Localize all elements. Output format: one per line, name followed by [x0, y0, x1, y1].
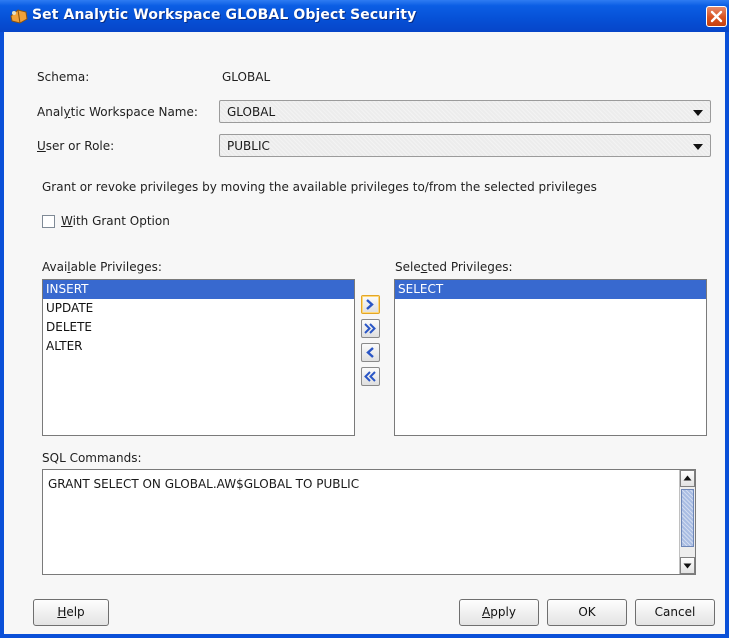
chevron-down-icon: [693, 144, 703, 150]
arrow-right-icon: [366, 299, 374, 310]
sql-commands-label: SQL Commands:: [42, 451, 142, 465]
schema-label: Schema:: [37, 70, 90, 84]
user-role-dropdown[interactable]: PUBLIC: [219, 134, 711, 157]
arrow-left-icon: [366, 347, 374, 358]
ok-button[interactable]: OK: [547, 599, 627, 626]
scroll-down-button[interactable]: [680, 557, 695, 574]
sql-scrollbar[interactable]: [679, 470, 695, 574]
user-role-label: User or Role:: [37, 139, 115, 153]
sql-text: GRANT SELECT ON GLOBAL.AW$GLOBAL TO PUBL…: [48, 477, 360, 491]
list-item[interactable]: ALTER: [43, 337, 354, 356]
available-privileges-label: Available Privileges:: [42, 260, 162, 274]
app-icon: [10, 9, 28, 24]
chevron-down-icon: [693, 110, 703, 116]
selected-privileges-list[interactable]: SELECT: [394, 279, 707, 436]
remove-selected-button[interactable]: [361, 343, 380, 362]
list-item[interactable]: SELECT: [395, 280, 706, 299]
window-title: Set Analytic Workspace GLOBAL Object Sec…: [32, 7, 417, 23]
help-button[interactable]: Help: [33, 599, 109, 626]
instructions-text: Grant or revoke privileges by moving the…: [42, 180, 597, 194]
selected-privileges-label: Selected Privileges:: [395, 260, 513, 274]
aw-name-label: Analytic Workspace Name:: [37, 105, 198, 119]
double-arrow-left-icon: [364, 371, 376, 382]
dialog-body: Schema: GLOBAL Analytic Workspace Name: …: [4, 32, 725, 634]
scroll-up-button[interactable]: [680, 470, 695, 487]
aw-name-dropdown[interactable]: GLOBAL: [219, 100, 711, 123]
scroll-up-icon: [683, 475, 692, 481]
title-bar[interactable]: Set Analytic Workspace GLOBAL Object Sec…: [0, 0, 729, 32]
aw-name-value: GLOBAL: [227, 105, 276, 119]
list-item[interactable]: UPDATE: [43, 299, 354, 318]
sql-commands-textarea[interactable]: GRANT SELECT ON GLOBAL.AW$GLOBAL TO PUBL…: [42, 469, 696, 575]
schema-value: GLOBAL: [222, 70, 271, 84]
list-item[interactable]: DELETE: [43, 318, 354, 337]
remove-all-button[interactable]: [361, 367, 380, 386]
move-selected-button[interactable]: [361, 295, 380, 314]
move-all-button[interactable]: [361, 319, 380, 338]
available-privileges-list[interactable]: INSERT UPDATE DELETE ALTER: [42, 279, 355, 436]
dialog-window: Set Analytic Workspace GLOBAL Object Sec…: [0, 0, 729, 638]
close-icon: [710, 10, 723, 23]
grant-option-label[interactable]: With Grant Option: [61, 214, 170, 228]
apply-button[interactable]: Apply: [459, 599, 539, 626]
double-arrow-right-icon: [364, 323, 376, 334]
user-role-value: PUBLIC: [227, 139, 270, 153]
scroll-thumb[interactable]: [681, 489, 694, 547]
scroll-down-icon: [683, 563, 692, 569]
close-button[interactable]: [706, 6, 727, 27]
grant-option-checkbox[interactable]: [42, 215, 55, 228]
cancel-button[interactable]: Cancel: [635, 599, 715, 626]
list-item[interactable]: INSERT: [43, 280, 354, 299]
